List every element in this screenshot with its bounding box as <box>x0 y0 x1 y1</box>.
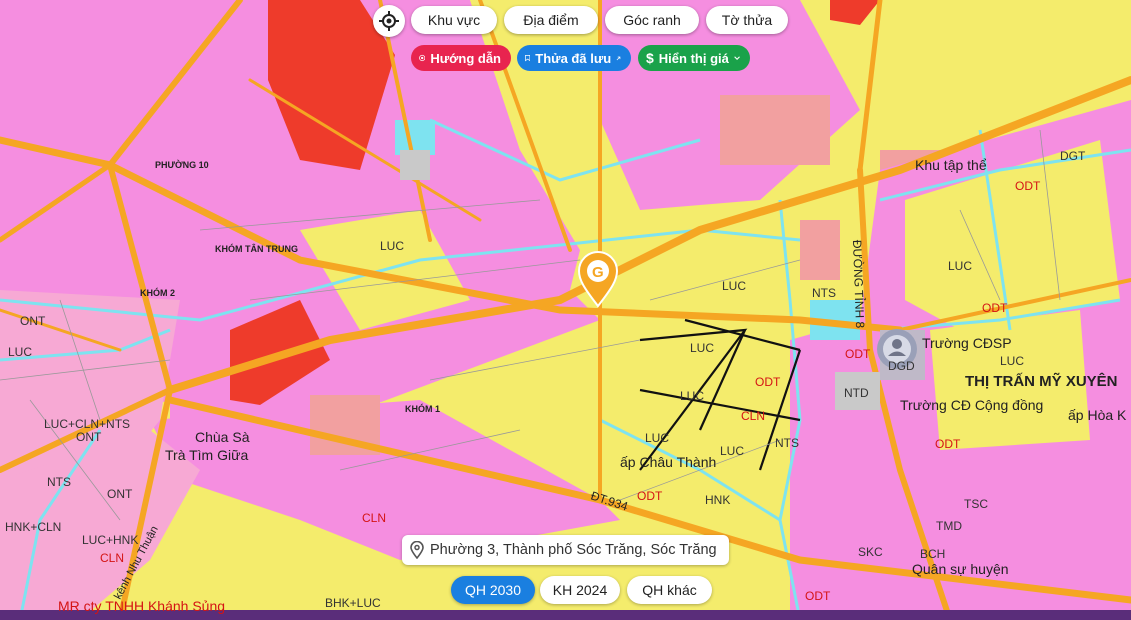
place-label: THỊ TRẤN MỸ XUYÊN <box>965 372 1118 390</box>
zone-label: DGD <box>888 359 915 373</box>
place-label: KHÓM TÂN TRUNG <box>215 243 298 254</box>
tab-dia-diem[interactable]: Địa điểm <box>504 6 598 34</box>
place-label: Trường CĐ Cộng đồng <box>900 397 1043 413</box>
place-label: Khu tập thể <box>915 157 987 173</box>
saved-parcels-button[interactable]: Thửa đã lưu <box>517 45 631 71</box>
locate-button[interactable] <box>373 5 405 37</box>
plan-kh-2024[interactable]: KH 2024 <box>540 576 620 604</box>
chevron-down-icon <box>734 56 740 61</box>
zone-label: ODT <box>755 375 781 389</box>
target-icon <box>419 54 426 62</box>
dollar-icon: $ <box>646 50 654 66</box>
place-label: Quân sự huyện <box>912 561 1009 577</box>
zone-label: ODT <box>935 437 961 451</box>
bookmark-icon <box>525 55 531 62</box>
zone-label: NTS <box>775 436 799 450</box>
zone-label: TMD <box>936 519 962 533</box>
guide-button[interactable]: Hướng dẫn <box>411 45 511 71</box>
zone-label: LUC+CLN+NTS <box>44 417 130 431</box>
zone-label: ONT <box>20 314 46 328</box>
zone-label: SKC <box>858 545 883 559</box>
address-bar[interactable]: Phường 3, Thành phố Sóc Trăng, Sóc Trăng <box>402 535 729 565</box>
canal-pond-ne <box>395 120 435 155</box>
planning-map[interactable]: LUC LUC LUC LUC LUC LUC LUC LUC LUC ODT … <box>0 0 1131 620</box>
place-label: KHÓM 2 <box>140 287 175 298</box>
zone-label: LUC <box>8 345 32 359</box>
external-link-icon <box>616 56 621 60</box>
zone-label: ODT <box>845 347 871 361</box>
place-label: ấp Hòa K <box>1068 407 1127 423</box>
svg-text:G: G <box>592 264 604 281</box>
zone-label: ONT <box>76 430 102 444</box>
place-label: ĐƯỜNG TỈNH 8 <box>850 240 868 329</box>
zone-label: ODT <box>1015 179 1041 193</box>
plan-qh-2030[interactable]: QH 2030 <box>451 576 535 604</box>
zone-label: NTS <box>812 286 836 300</box>
guide-label: Hướng dẫn <box>430 50 501 66</box>
zone-label: CLN <box>100 551 124 565</box>
public-block-6 <box>800 220 840 280</box>
show-price-button[interactable]: $ Hiển thị giá <box>638 45 750 71</box>
zone-label: NTD <box>844 386 869 400</box>
zone-label: HNK+CLN <box>5 520 61 534</box>
place-label: ấp Châu Thành <box>620 454 716 470</box>
tab-khu-vuc[interactable]: Khu vực <box>411 6 497 34</box>
tab-goc-ranh[interactable]: Góc ranh <box>605 6 699 34</box>
zone-label: ODT <box>805 589 831 603</box>
public-block-1 <box>720 95 830 165</box>
location-pin-icon <box>410 541 424 559</box>
zone-label: LUC <box>722 279 746 293</box>
zone-label: BHK+LUC <box>325 596 381 610</box>
plan-qh-khac[interactable]: QH khác <box>627 576 712 604</box>
zone-label: LUC <box>690 341 714 355</box>
zone-label: LUC <box>645 431 669 445</box>
show-price-label: Hiển thị giá <box>658 50 729 66</box>
zone-label: ODT <box>637 489 663 503</box>
zone-label: ONT <box>107 487 133 501</box>
place-label: Trà Tìm Giữa <box>165 447 248 463</box>
crosshair-icon <box>379 11 399 31</box>
zone-label: LUC <box>720 444 744 458</box>
zone-label: CLN <box>362 511 386 525</box>
place-label: MR cty TNHH Khánh Sủng <box>58 598 225 614</box>
zone-label: CLN <box>741 409 765 423</box>
zone-label: LUC+HNK <box>82 533 138 547</box>
zone-label: NTS <box>47 475 71 489</box>
tab-to-thua[interactable]: Tờ thửa <box>706 6 788 34</box>
place-label: Chùa Sà <box>195 429 250 445</box>
zone-label: ODT <box>982 301 1008 315</box>
place-label: PHƯỜNG 10 <box>155 159 209 170</box>
zone-label: HNK <box>705 493 730 507</box>
address-text: Phường 3, Thành phố Sóc Trăng, Sóc Trăng <box>430 542 717 558</box>
place-label: Trường CĐSP <box>922 335 1012 351</box>
zone-label: DGT <box>1060 149 1086 163</box>
zone-label: LUC <box>948 259 972 273</box>
zone-label: BCH <box>920 547 945 561</box>
place-label: KHÓM 1 <box>405 403 440 414</box>
saved-parcels-label: Thửa đã lưu <box>535 50 612 66</box>
office-block-nw <box>400 150 430 180</box>
zone-label: LUC <box>680 389 704 403</box>
zone-label: LUC <box>380 239 404 253</box>
zone-label: TSC <box>964 497 988 511</box>
zone-label: LUC <box>1000 354 1024 368</box>
